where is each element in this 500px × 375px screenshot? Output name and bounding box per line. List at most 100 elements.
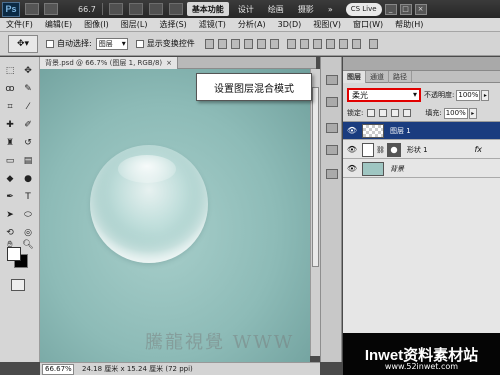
tab-paths[interactable]: 路径 (389, 71, 412, 83)
path-selection-tool-icon[interactable]: ➤ (4, 209, 16, 221)
align-left-icon[interactable] (243, 38, 253, 49)
shape-tool-icon[interactable]: ⬭ (22, 209, 34, 221)
close-icon[interactable]: × (414, 3, 427, 15)
menu-image[interactable]: 图像(I) (78, 19, 115, 30)
fill-slider-arrow-icon[interactable]: ▸ (468, 107, 477, 119)
layer-row[interactable]: 👁︎ ⛓︎ 形状 1 fx (343, 141, 500, 159)
zoom-tool-icon[interactable]: 🔍︎ (22, 239, 34, 251)
type-tool-icon[interactable]: T (22, 191, 34, 203)
adjustments-panel-icon[interactable] (326, 123, 338, 133)
styles-panel-icon[interactable] (326, 169, 338, 179)
more-workspaces-button[interactable]: » (323, 2, 338, 16)
zoom-level[interactable]: 66.7 (78, 5, 96, 14)
auto-select-dropdown[interactable]: 图层 (95, 37, 128, 50)
menu-file[interactable]: 文件(F) (0, 19, 39, 30)
menu-view[interactable]: 视图(V) (307, 19, 347, 30)
menu-3d[interactable]: 3D(D) (272, 20, 308, 29)
workspace-painting[interactable]: 绘画 (263, 2, 289, 16)
menu-layer[interactable]: 图层(L) (115, 19, 154, 30)
distribute-middle-icon[interactable] (299, 38, 309, 49)
gradient-tool-icon[interactable]: ▤ (22, 155, 34, 167)
lock-position-icon[interactable] (391, 109, 400, 117)
eye-icon[interactable]: 👁︎ (346, 125, 358, 137)
blend-mode-dropdown[interactable]: 柔光 (347, 88, 421, 102)
tab-channels[interactable]: 通道 (366, 71, 389, 83)
document-tab[interactable]: 背景.psd @ 66.7% (图层 1, RGB/8) × (40, 56, 179, 69)
menu-filter[interactable]: 滤镜(T) (193, 19, 232, 30)
tab-layers[interactable]: 图层 (343, 71, 366, 83)
clone-stamp-tool-icon[interactable]: ♜ (4, 137, 16, 149)
menu-edit[interactable]: 编辑(E) (39, 19, 78, 30)
minibridge-icon[interactable] (44, 3, 58, 15)
pen-tool-icon[interactable]: ✒ (4, 191, 16, 203)
zoom-tool-icon[interactable] (128, 3, 143, 15)
opacity-slider-arrow-icon[interactable]: ▸ (481, 89, 490, 101)
vertical-scrollbar[interactable] (310, 69, 320, 356)
arrange-documents-icon[interactable] (148, 3, 163, 15)
lock-all-icon[interactable] (403, 109, 412, 117)
quick-mask-icon[interactable] (11, 279, 25, 291)
align-right-icon[interactable] (269, 38, 279, 49)
align-top-icon[interactable] (204, 38, 214, 49)
show-transform-checkbox[interactable] (135, 39, 144, 48)
scrollbar-thumb[interactable] (312, 87, 319, 267)
maximize-icon[interactable]: □ (399, 3, 412, 15)
distribute-bottom-icon[interactable] (312, 38, 322, 49)
canvas[interactable] (40, 69, 310, 362)
menu-help[interactable]: 帮助(H) (389, 19, 429, 30)
cs-live-button[interactable]: CS Live (345, 2, 382, 16)
layers-list: 👁︎ 图层 1 👁︎ ⛓︎ 形状 1 fx 👁︎ 背景 (343, 121, 500, 339)
fx-icon[interactable]: fx (474, 145, 482, 154)
auto-select-checkbox[interactable] (46, 39, 54, 48)
eraser-tool-icon[interactable]: ▭ (4, 155, 16, 167)
align-center-icon[interactable] (256, 38, 266, 49)
layer-name: 图层 1 (390, 126, 411, 135)
panel-header[interactable] (343, 57, 500, 71)
workspace-essentials[interactable]: 基本功能 (186, 2, 229, 16)
history-panel-icon[interactable] (326, 75, 338, 85)
align-bottom-icon[interactable] (230, 38, 240, 49)
blur-tool-icon[interactable]: ◆ (4, 173, 16, 185)
move-tool-icon[interactable]: ✥ (22, 65, 34, 77)
opacity-field[interactable]: 100% (456, 89, 481, 101)
menu-select[interactable]: 选择(S) (153, 19, 192, 30)
3d-orbit-tool-icon[interactable]: ◎ (22, 227, 34, 239)
fill-field[interactable]: 100% (443, 107, 468, 119)
align-middle-icon[interactable] (217, 38, 227, 49)
3d-rotate-tool-icon[interactable]: ⟲ (4, 227, 16, 239)
healing-brush-tool-icon[interactable]: ✚ (4, 119, 16, 131)
dodge-tool-icon[interactable]: ● (22, 173, 34, 185)
close-document-icon[interactable]: × (166, 59, 172, 67)
brush-tool-icon[interactable]: ✐ (22, 119, 34, 131)
crop-tool-icon[interactable]: ⌗ (4, 101, 16, 113)
eye-icon[interactable]: 👁︎ (346, 144, 358, 156)
workspace-photography[interactable]: 摄影 (293, 2, 319, 16)
bridge-icon[interactable] (25, 3, 39, 15)
masks-panel-icon[interactable] (326, 145, 338, 155)
foreground-color-swatch[interactable] (7, 247, 21, 261)
move-tool-preset-icon[interactable]: ✥▾ (8, 34, 38, 53)
menu-analysis[interactable]: 分析(A) (232, 19, 272, 30)
history-brush-tool-icon[interactable]: ↺ (22, 137, 34, 149)
actions-panel-icon[interactable] (326, 97, 338, 107)
layer-row[interactable]: 👁︎ 背景 (343, 160, 500, 178)
lock-image-icon[interactable] (379, 109, 388, 117)
layer-row[interactable]: 👁︎ 图层 1 (343, 122, 500, 140)
auto-align-icon[interactable] (368, 38, 378, 49)
lasso-tool-icon[interactable]: ꝏ (4, 83, 16, 95)
quick-selection-tool-icon[interactable]: ✎ (22, 83, 34, 95)
distribute-left-icon[interactable] (325, 38, 335, 49)
minimize-icon[interactable]: _ (384, 3, 397, 15)
screen-mode-icon[interactable] (168, 3, 183, 15)
eyedropper-tool-icon[interactable]: ⁄ (22, 101, 34, 113)
lock-transparent-icon[interactable] (367, 109, 376, 117)
marquee-tool-icon[interactable]: ⬚ (4, 65, 16, 77)
distribute-center-icon[interactable] (338, 38, 348, 49)
workspace-design[interactable]: 设计 (233, 2, 259, 16)
menu-window[interactable]: 窗口(W) (347, 19, 389, 30)
distribute-right-icon[interactable] (351, 38, 361, 49)
hand-tool-icon[interactable] (108, 3, 123, 15)
distribute-top-icon[interactable] (286, 38, 296, 49)
eye-icon[interactable]: 👁︎ (346, 163, 358, 175)
status-zoom-field[interactable]: 66.67% (42, 363, 74, 375)
